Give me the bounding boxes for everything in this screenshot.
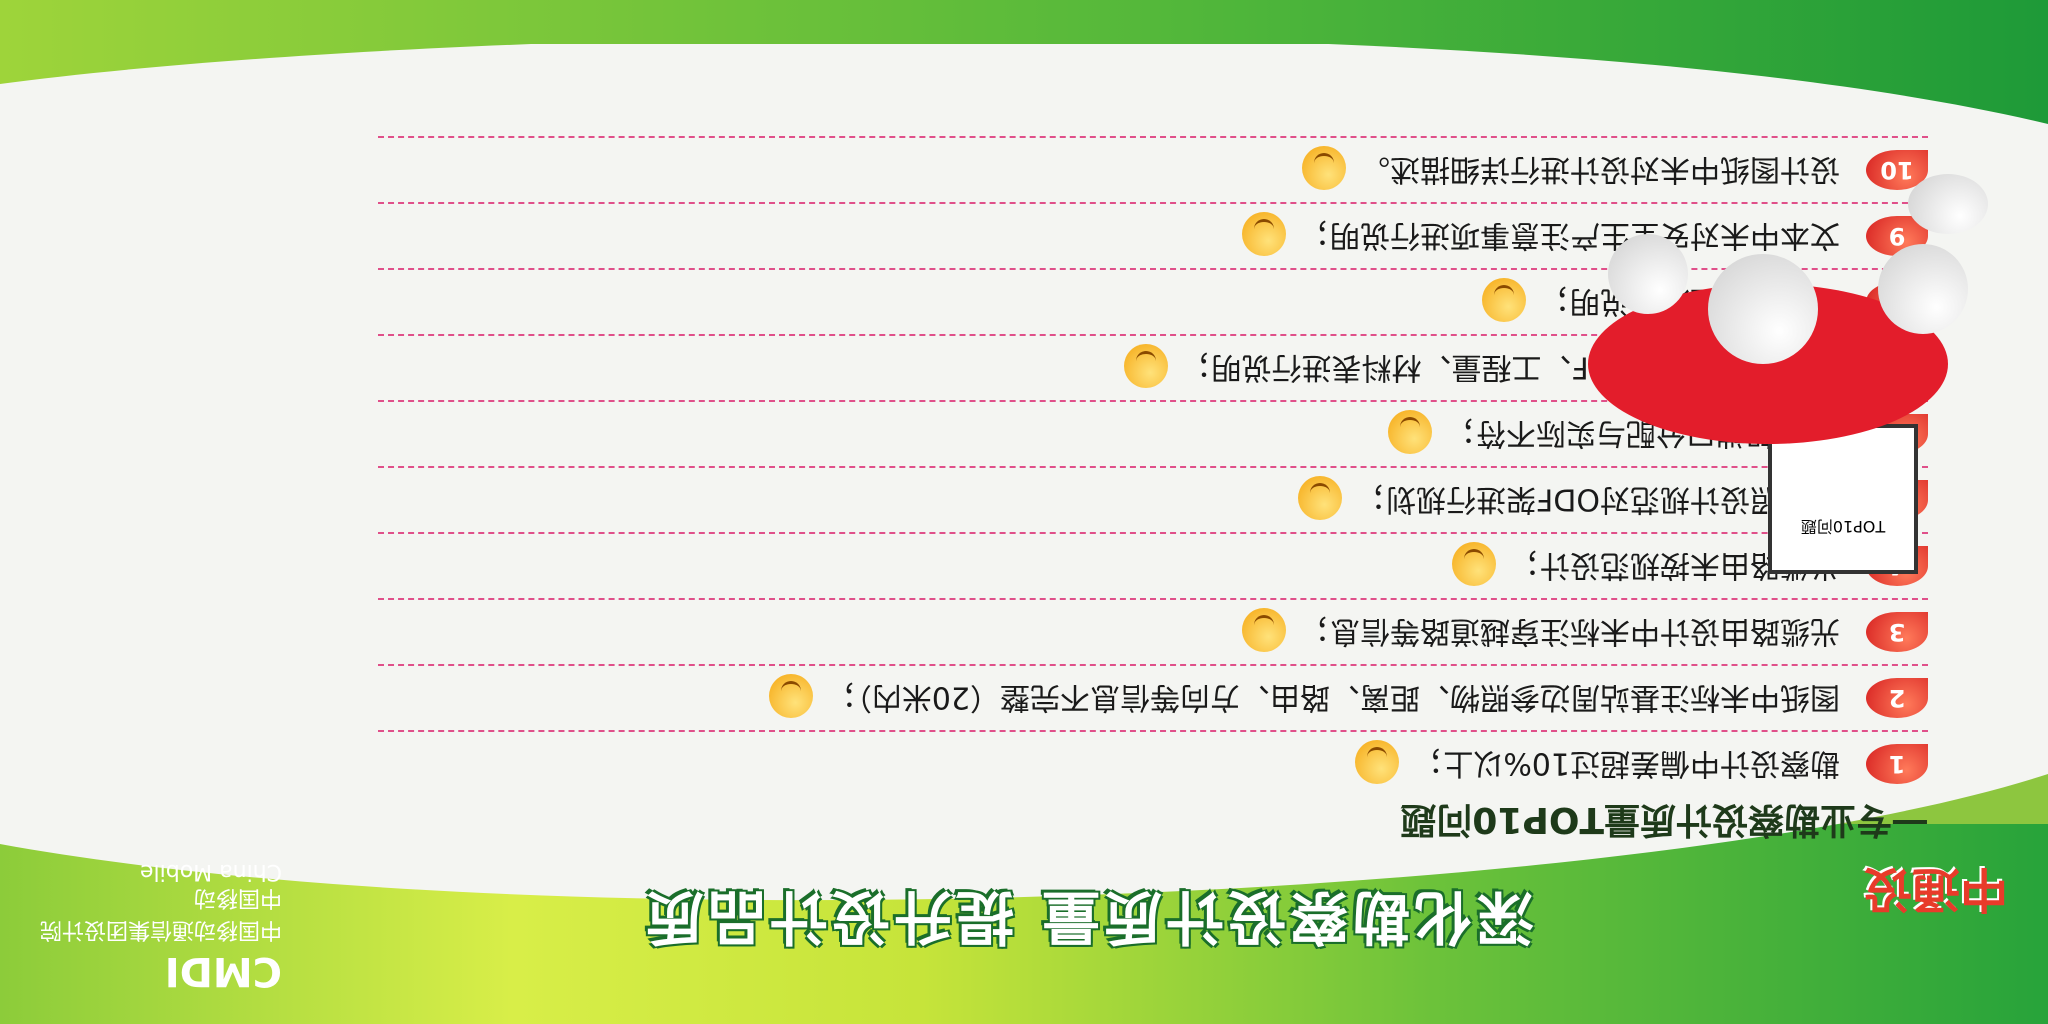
sign-board: TOP10问题 xyxy=(1768,424,1918,574)
china-mobile-logo: CMDI 中国移动通信集团设计院 中国移动 China Mobile xyxy=(40,859,282,994)
smiley-icon xyxy=(1302,146,1346,190)
item-text: 勘察设计中偏差超过10%以上； xyxy=(1355,740,1840,784)
item-number-badge: 1 xyxy=(1866,744,1928,784)
smiley-icon xyxy=(1482,278,1526,322)
smiley-icon xyxy=(1355,740,1400,784)
smiley-icon xyxy=(1388,410,1433,454)
smiley-icon xyxy=(1452,542,1496,586)
figure-head xyxy=(1908,174,1988,234)
item-text-label: 勘察设计中偏差超过10%以上； xyxy=(1413,745,1840,781)
poster: 中通设 深化勘察设计质量 提升设计品质 CMDI 中国移动通信集团设计院 中国移… xyxy=(0,0,2048,1024)
cmdi-label: CMDI xyxy=(164,948,283,994)
figure-head xyxy=(1608,234,1688,314)
smiley-icon xyxy=(768,674,813,718)
subtitle: 一专业勘察设计质量TOP10问题 xyxy=(1400,799,1928,840)
illustration: TOP10问题 xyxy=(1568,174,1988,694)
logo-cn: 中国移动 xyxy=(194,885,283,910)
smiley-icon xyxy=(1298,476,1343,520)
smiley-icon xyxy=(1123,344,1168,388)
list-item: 1 勘察设计中偏差超过10%以上； xyxy=(378,730,1928,784)
poster-title: 深化勘察设计质量 提升设计品质 xyxy=(641,883,1535,951)
figure-head xyxy=(1878,244,1968,334)
cmdi-cn-label: 中国移动通信集团设计院 xyxy=(40,917,283,942)
logo-en: China Mobile xyxy=(140,859,283,884)
smiley-icon xyxy=(1242,608,1286,652)
figure-head xyxy=(1708,254,1818,364)
smiley-icon xyxy=(1242,212,1286,256)
